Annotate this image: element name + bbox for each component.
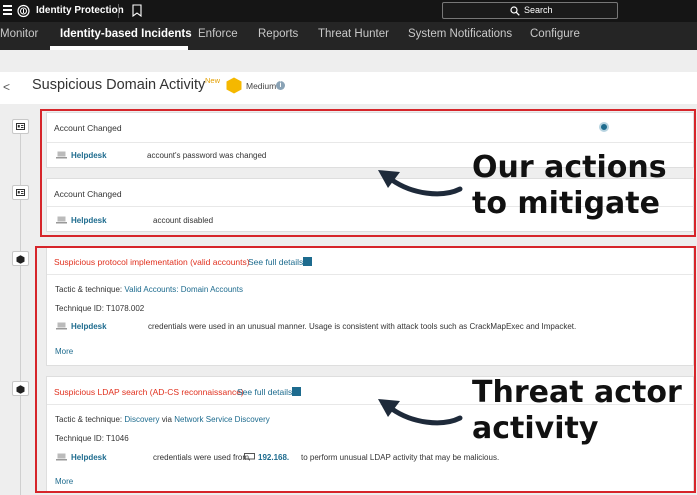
tab-reports[interactable]: Reports: [258, 28, 298, 40]
annotation-line: Threat actor: [472, 375, 682, 410]
info-icon[interactable]: i: [276, 81, 285, 90]
timeline-node-detection: [12, 251, 29, 266]
identity-fingerprint-icon: [17, 4, 30, 18]
annotation-line: activity: [472, 411, 599, 446]
timeline-node-account: [12, 119, 29, 134]
page-title: Suspicious Domain Activity: [32, 77, 206, 93]
hexagon-icon: [16, 255, 25, 264]
tab-enforce[interactable]: Enforce: [198, 28, 238, 40]
timeline-node-account: [12, 185, 29, 200]
divider: [118, 4, 119, 18]
tab-system-notifications[interactable]: System Notifications: [408, 28, 512, 40]
subheader-spacer: [0, 50, 697, 72]
annotation-line: Our actions: [472, 150, 667, 185]
hexagon-icon: [16, 385, 25, 394]
main-nav: Monitor Identity-based Incidents Enforce…: [0, 22, 697, 50]
threat-annotation: Threat actor activity: [472, 375, 682, 447]
tab-monitor[interactable]: Monitor: [0, 28, 38, 40]
severity-hexagon-icon: [226, 77, 242, 94]
search-icon: [510, 6, 520, 16]
app-title: Identity Protection: [36, 5, 124, 16]
back-chevron-icon[interactable]: <: [3, 80, 10, 94]
mitigation-annotation: Our actions to mitigate: [472, 150, 667, 222]
highlight-threat-box: [35, 246, 696, 493]
annotation-line: to mitigate: [472, 186, 660, 221]
search-label: Search: [524, 5, 553, 15]
arrow-annotation-icon: [378, 399, 463, 426]
top-bar: Identity Protection Search: [0, 0, 697, 22]
tab-identity-based-incidents[interactable]: Identity-based Incidents: [60, 28, 192, 40]
tab-configure[interactable]: Configure: [530, 28, 580, 40]
search-box[interactable]: Search: [442, 2, 618, 19]
severity-label: Medium: [246, 81, 277, 91]
id-card-icon: [16, 123, 25, 130]
new-badge: New: [205, 76, 221, 85]
id-card-icon: [16, 189, 25, 196]
tab-threat-hunter[interactable]: Threat Hunter: [318, 28, 389, 40]
timeline-node-detection: [12, 381, 29, 396]
bookmark-icon[interactable]: [132, 4, 142, 17]
arrow-annotation-icon: [378, 170, 463, 197]
timeline-line: [20, 120, 21, 495]
hamburger-menu-icon[interactable]: [3, 5, 12, 16]
